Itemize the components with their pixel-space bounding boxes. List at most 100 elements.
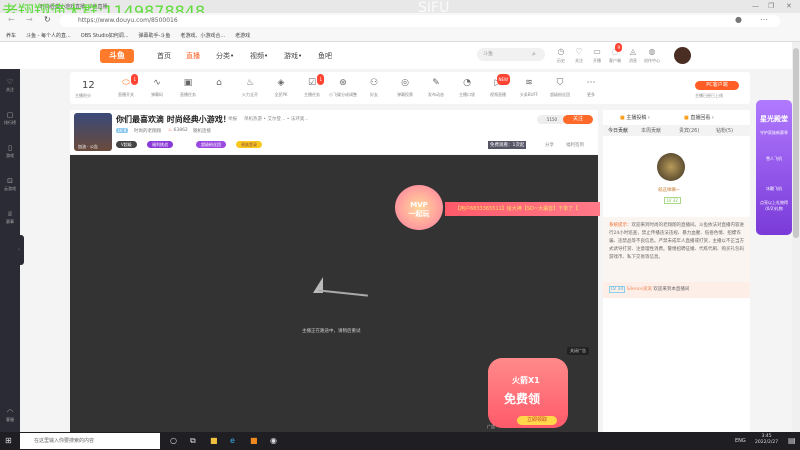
- toolbar-item[interactable]: ◎ 弹幕投票: [391, 78, 419, 100]
- ad-label: 广告: [487, 424, 495, 429]
- toolbar-item[interactable]: ⌂: [205, 78, 233, 89]
- user-avatar[interactable]: [674, 47, 691, 64]
- app-icon[interactable]: ■: [250, 436, 258, 445]
- nav-fishbar[interactable]: 鱼吧: [318, 51, 332, 61]
- toolbar-item[interactable]: ◈ 全民PK: [267, 78, 295, 100]
- promo-title: 星光殿堂: [760, 115, 788, 123]
- offline-message: 主播正在路途中，请稍后重试: [302, 329, 361, 334]
- history-button[interactable]: ◷ 历史: [552, 47, 570, 65]
- toolbar-icon: ✎: [432, 78, 440, 88]
- signin-button[interactable]: 福利签到: [566, 142, 584, 148]
- close-icon[interactable]: ✕: [786, 2, 792, 10]
- cortana-icon[interactable]: ○: [170, 436, 177, 445]
- sidebar-item-games[interactable]: ▯ 游戏: [0, 144, 20, 160]
- sidebar-item-rank[interactable]: ▢ 排行榜: [0, 111, 20, 127]
- badge-noble[interactable]: 贵族登录: [236, 141, 262, 148]
- language-indicator[interactable]: ENG: [735, 438, 746, 444]
- sidebar-item-support[interactable]: ◠ 客服: [0, 408, 20, 424]
- sidebar-item-follow[interactable]: ♡ 关注: [0, 78, 20, 94]
- nav-games[interactable]: 游戏•: [284, 51, 302, 61]
- top-fan-avatar[interactable]: [657, 153, 685, 181]
- toolbar-item[interactable]: ⋯ 更多: [577, 78, 605, 100]
- share-tag[interactable]: 随机连接: [193, 128, 211, 134]
- bookmark[interactable]: OBS Studio如何调...: [81, 32, 129, 39]
- edge-icon[interactable]: e: [230, 436, 235, 445]
- gift-banner: 【用户6833365511】给大神【SO~大漏音】下单了【: [445, 202, 600, 216]
- scrollbar-thumb[interactable]: [793, 48, 799, 238]
- notification-icon[interactable]: ▤: [788, 436, 796, 445]
- refresh-icon[interactable]: ↻: [44, 15, 51, 24]
- nav-home[interactable]: 首页: [157, 51, 171, 61]
- claim-gift-button[interactable]: 立即领取: [517, 416, 557, 425]
- nav-live[interactable]: 直播: [186, 51, 200, 61]
- toolbar-item[interactable]: ✎ 发布动态: [422, 78, 450, 100]
- toolbar-item-label: 超级粉丝团: [550, 92, 570, 97]
- toolbar-item[interactable]: ☑ 主播任务 1: [298, 74, 326, 100]
- file-explorer-icon[interactable]: ■: [210, 436, 218, 445]
- tab-diamond-fans[interactable]: 钻粉(5): [716, 127, 733, 134]
- creator-center-button[interactable]: ◍ 创作中心: [643, 47, 661, 65]
- mvp-badge: MVP 一起玩: [395, 185, 443, 230]
- toolbar-item[interactable]: ⚇ 好友: [360, 78, 388, 100]
- toolbar-item[interactable]: ▷视频直播NEW: [484, 74, 512, 100]
- sidebar-expand-handle[interactable]: ›: [18, 235, 24, 265]
- toolbar-item[interactable]: ⊛ 小飞碟分成调整: [329, 78, 357, 100]
- minimize-icon[interactable]: —: [752, 2, 759, 10]
- follow-button[interactable]: 关注: [563, 115, 593, 124]
- taskbar-search[interactable]: 在这里输入你要搜索的内容: [20, 433, 160, 449]
- top-fan-name[interactable]: 就这样嘛~: [658, 187, 680, 193]
- tab-vip[interactable]: 贵宾(26): [679, 127, 699, 134]
- nav-category[interactable]: 分类•: [216, 51, 234, 61]
- pc-client-button[interactable]: PC客户端: [695, 81, 739, 90]
- watch-mode-tag[interactable]: 免费观看：1次起: [488, 141, 527, 149]
- toolbar-item-label: 直播开关: [118, 92, 134, 97]
- tab-today[interactable]: 今日贡献: [608, 127, 628, 134]
- clock[interactable]: 3:45 2022/2/27: [755, 434, 778, 446]
- sidebar-item-esports[interactable]: ♕ 赛事: [0, 210, 20, 226]
- promo-widget[interactable]: 星光殿堂 守护家族新赛季 雪人飞机 冰雕飞机 点亮以上礼物得(0/2)礼物: [756, 100, 792, 235]
- windows-start-icon[interactable]: ⊞: [5, 436, 12, 445]
- sidebar-item-cloud-games[interactable]: ⊡ 云游戏: [0, 177, 20, 193]
- task-view-icon[interactable]: ⧉: [190, 436, 196, 446]
- toolbar-item[interactable]: ∿ 弹幕码: [143, 78, 171, 100]
- toolbar-item[interactable]: ⬭ 直播开关 1: [112, 74, 140, 100]
- share-button[interactable]: 分享: [545, 142, 554, 148]
- forward-icon[interactable]: →: [26, 15, 33, 24]
- toolbar-item[interactable]: ◔ 主播口袋: [453, 78, 481, 100]
- top-fan-level: LV 32: [664, 197, 681, 204]
- restore-icon[interactable]: ❐: [768, 2, 774, 10]
- douyu-logo[interactable]: 斗鱼: [100, 49, 134, 63]
- category-breadcrumb[interactable]: 单机热游 • 艾尔登... • 法环奥...: [244, 116, 309, 122]
- bookmark[interactable]: 老游戏: [235, 32, 250, 39]
- bookmark[interactable]: 弹幕助手-斗鱼: [139, 32, 171, 39]
- back-icon[interactable]: ←: [8, 15, 15, 24]
- toolbar-item-label: 主播任务: [304, 92, 320, 97]
- obs-icon[interactable]: ◉: [270, 436, 277, 445]
- streamer-name[interactable]: 时尚的老翔翔: [134, 128, 161, 134]
- profile-icon[interactable]: ●: [735, 15, 742, 24]
- replay-link[interactable]: ■ 直播回看 ›: [684, 114, 714, 121]
- url-input[interactable]: https://www.douyu.com/8500016: [60, 15, 780, 27]
- search-icon[interactable]: ⌕: [532, 50, 536, 59]
- start-live-button[interactable]: ▭ 开播: [588, 47, 606, 65]
- client-button[interactable]: ◌ 客户端 9: [606, 43, 624, 65]
- bookmark[interactable]: 老游戏、小游戏合...: [180, 32, 225, 39]
- follow-button[interactable]: ♡ 关注: [570, 47, 588, 65]
- messages-button[interactable]: ◬ 消息: [624, 47, 642, 65]
- toolbar-item[interactable]: ♨ 火力全开: [236, 78, 264, 100]
- toolbar-icon: ◈: [277, 78, 285, 88]
- bookmark[interactable]: 斗鱼 - 每个人的直...: [26, 32, 71, 39]
- badge-welfare[interactable]: 福利挑战: [147, 141, 173, 148]
- toolbar-item[interactable]: ≋ 头条BUFF: [515, 78, 543, 100]
- badge-vip[interactable]: V超级: [116, 141, 137, 148]
- toolbar-item[interactable]: ⛉ 超级粉丝团: [546, 78, 574, 100]
- close-ad-button[interactable]: 关闭广告: [567, 347, 589, 355]
- more-icon[interactable]: ⋯: [760, 15, 768, 24]
- bookmark[interactable]: 养车: [6, 32, 16, 39]
- toolbar-item[interactable]: ▣ 直播任务: [174, 78, 202, 100]
- report-link[interactable]: 举报: [228, 116, 237, 122]
- nav-video[interactable]: 视频•: [250, 51, 268, 61]
- streamer-posts-link[interactable]: ■ 主播投稿 ›: [620, 114, 650, 121]
- tab-week[interactable]: 本周贡献: [641, 127, 661, 134]
- badge-fan-club[interactable]: 超级粉丝团: [196, 141, 226, 148]
